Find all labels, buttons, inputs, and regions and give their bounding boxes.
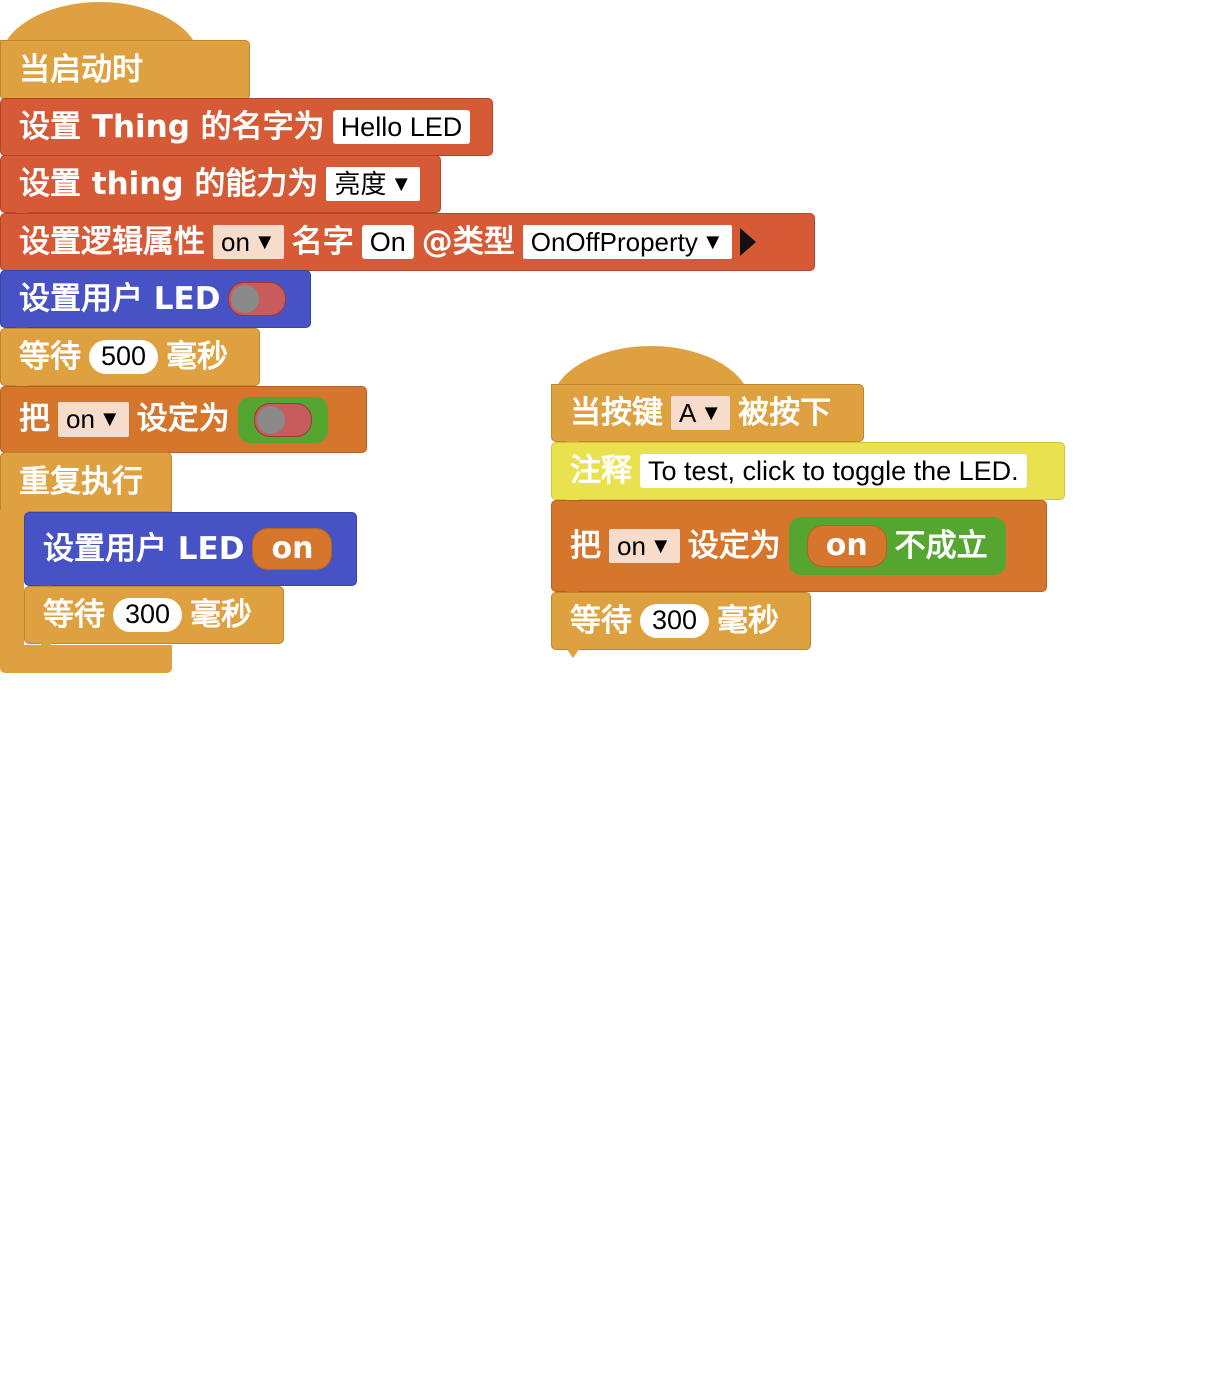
toggle-assign-block[interactable]: 把 on ▼ 设定为 on 不成立 bbox=[551, 500, 1047, 592]
loop-set-user-led-block[interactable]: 设置用户 LED on bbox=[24, 512, 357, 586]
dropdown-arrow-icon: ▼ bbox=[253, 228, 276, 254]
thing-name-field[interactable]: Hello LED bbox=[332, 109, 471, 145]
loop-wait-block[interactable]: 等待 300 毫秒 bbox=[24, 586, 284, 644]
loop-wait-label: 等待 bbox=[43, 596, 105, 633]
wait-unit-label: 毫秒 bbox=[166, 338, 229, 375]
set-user-led-block[interactable]: 设置用户 LED bbox=[0, 270, 311, 328]
capability-dropdown-value: 亮度 bbox=[334, 168, 387, 199]
property-var-dropdown[interactable]: on ▼ bbox=[213, 224, 284, 260]
forever-loop-block[interactable]: 重复执行 bbox=[0, 452, 172, 512]
set-thing-capability-block[interactable]: 设置 thing 的能力为 亮度 ▼ bbox=[0, 155, 441, 213]
wait-ms-input[interactable]: 300 bbox=[640, 604, 710, 638]
forever-loop-footer bbox=[0, 645, 172, 673]
button-key-value: A bbox=[679, 397, 697, 428]
assign-var-value: on bbox=[66, 404, 95, 435]
when-button-pressed-block[interactable]: 当按键 A ▼ 被按下 bbox=[551, 384, 864, 442]
forever-loop-arm bbox=[0, 510, 24, 650]
led-toggle[interactable] bbox=[228, 282, 287, 316]
loop-set-user-led-label: 设置用户 LED bbox=[43, 530, 245, 567]
wait-block-300[interactable]: 等待 300 毫秒 bbox=[551, 592, 811, 650]
expand-arrow-icon[interactable] bbox=[739, 228, 756, 256]
comment-label: 注释 bbox=[570, 452, 632, 489]
assign-label: 把 bbox=[570, 527, 601, 564]
wait-unit-label: 毫秒 bbox=[717, 602, 780, 639]
assign-var-block[interactable]: 把 on ▼ 设定为 bbox=[0, 386, 367, 453]
loop-wait-ms-input[interactable]: 300 bbox=[113, 598, 183, 632]
wait-ms-input[interactable]: 500 bbox=[89, 340, 159, 374]
assign-to-label: 设定为 bbox=[687, 527, 781, 564]
comment-text-field[interactable]: To test, click to toggle the LED. bbox=[640, 453, 1027, 489]
comment-block[interactable]: 注释 To test, click to toggle the LED. bbox=[551, 442, 1065, 500]
wait-block-500[interactable]: 等待 500 毫秒 bbox=[0, 328, 260, 386]
capability-dropdown[interactable]: 亮度 ▼ bbox=[326, 166, 421, 202]
set-thing-name-block[interactable]: 设置 Thing 的名字为 Hello LED bbox=[0, 98, 493, 156]
loop-wait-unit-label: 毫秒 bbox=[190, 596, 253, 633]
toggle-knob-icon bbox=[231, 285, 260, 313]
wait-label: 等待 bbox=[570, 602, 632, 639]
forever-loop-label: 重复执行 bbox=[19, 463, 143, 500]
led-value-reporter[interactable]: on bbox=[252, 528, 333, 570]
property-name-field[interactable]: On bbox=[361, 224, 414, 260]
set-property-label: 设置逻辑属性 bbox=[19, 223, 205, 260]
assign-var-dropdown[interactable]: on ▼ bbox=[609, 528, 680, 564]
property-name-label: 名字 bbox=[291, 223, 354, 260]
assign-var-dropdown[interactable]: on ▼ bbox=[58, 402, 129, 437]
set-thing-capability-label: 设置 thing 的能力为 bbox=[19, 165, 319, 202]
boolean-value-block[interactable] bbox=[237, 396, 328, 443]
when-button-label-post: 被按下 bbox=[738, 394, 832, 431]
when-button-label-pre: 当按键 bbox=[570, 394, 663, 431]
dropdown-arrow-icon: ▼ bbox=[700, 399, 723, 425]
dropdown-arrow-icon: ▼ bbox=[701, 228, 724, 254]
assign-to-label: 设定为 bbox=[136, 401, 230, 437]
wait-label: 等待 bbox=[19, 338, 81, 375]
set-property-block[interactable]: 设置逻辑属性 on ▼ 名字 On @类型 OnOffProperty ▼ bbox=[0, 213, 815, 271]
set-user-led-label: 设置用户 LED bbox=[19, 280, 221, 317]
assign-var-value: on bbox=[617, 530, 646, 561]
not-label: 不成立 bbox=[894, 527, 988, 564]
toggle-knob-icon bbox=[256, 405, 285, 434]
set-thing-name-label: 设置 Thing 的名字为 bbox=[19, 108, 325, 145]
logic-not-block[interactable]: on 不成立 bbox=[788, 517, 1006, 575]
property-type-label: @类型 bbox=[421, 223, 515, 260]
assign-label: 把 bbox=[19, 401, 50, 437]
boolean-toggle[interactable] bbox=[253, 402, 312, 437]
property-var-value: on bbox=[221, 226, 250, 257]
when-start-block[interactable]: 当启动时 bbox=[0, 40, 250, 100]
property-type-value: OnOffProperty bbox=[530, 226, 698, 257]
property-type-dropdown[interactable]: OnOffProperty ▼ bbox=[522, 224, 732, 260]
dropdown-arrow-icon: ▼ bbox=[649, 532, 672, 558]
dropdown-arrow-icon: ▼ bbox=[98, 406, 121, 432]
dropdown-arrow-icon: ▼ bbox=[390, 170, 413, 196]
button-key-dropdown[interactable]: A ▼ bbox=[671, 395, 731, 431]
not-var-reporter[interactable]: on bbox=[806, 525, 887, 567]
when-start-label: 当启动时 bbox=[19, 51, 143, 88]
